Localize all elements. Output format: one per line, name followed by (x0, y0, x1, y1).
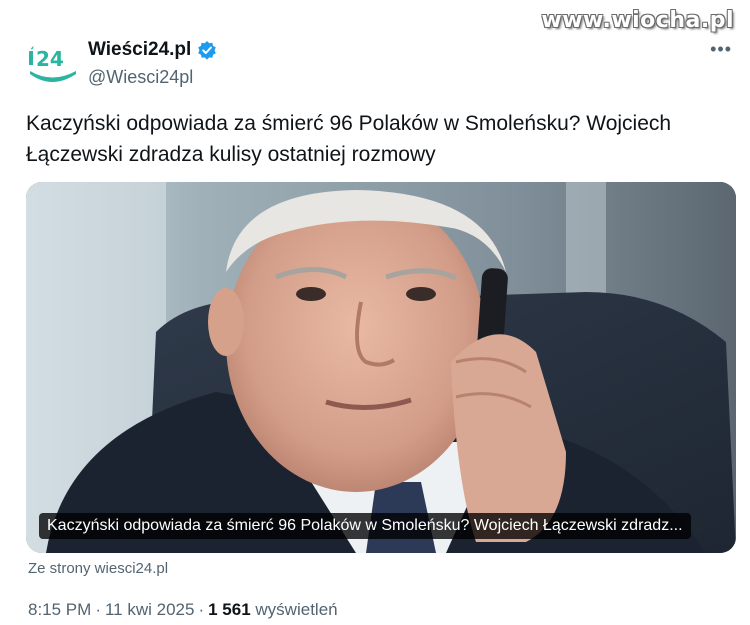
tweet-time[interactable]: 8:15 PM (28, 600, 91, 619)
man-on-phone-photo (26, 182, 736, 553)
card-source-link[interactable]: Ze strony wiesci24.pl (28, 560, 168, 577)
i24-logo-icon: 24 (26, 38, 78, 90)
more-options-icon[interactable]: ••• (710, 40, 732, 58)
views-count: 1 561 (208, 600, 251, 619)
avatar[interactable]: 24 (26, 38, 78, 90)
views-label: wyświetleń (255, 600, 338, 619)
author-display-name[interactable]: Wieści24.pl (88, 39, 191, 61)
name-row: Wieści24.pl (88, 39, 217, 61)
svg-text:24: 24 (36, 47, 64, 71)
card-caption: Kaczyński odpowiada za śmierć 96 Polaków… (39, 513, 691, 539)
link-card[interactable]: Kaczyński odpowiada za śmierć 96 Polaków… (26, 182, 736, 553)
watermark: www.wiocha.pl (541, 8, 734, 33)
meta-separator: · (198, 600, 205, 619)
author-names: Wieści24.pl @Wiesci24pl (88, 39, 217, 88)
verified-badge-icon (197, 40, 217, 60)
author-handle[interactable]: @Wiesci24pl (88, 67, 217, 88)
tweet-header: 24 Wieści24.pl @Wiesci24pl (26, 38, 217, 90)
tweet-text: Kaczyński odpowiada za śmierć 96 Polaków… (26, 112, 672, 166)
meta-separator: · (95, 600, 101, 619)
tweet-meta: 8:15 PM · 11 kwi 2025 · 1 561 wyświetleń (28, 600, 338, 620)
tweet-date[interactable]: 11 kwi 2025 (105, 600, 194, 619)
